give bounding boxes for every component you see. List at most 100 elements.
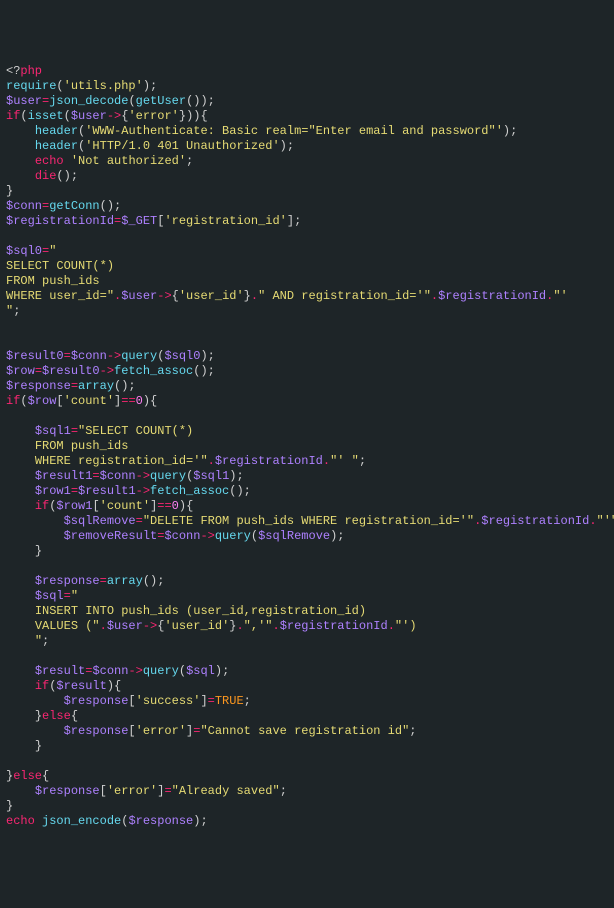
code-token: [6, 574, 35, 588]
code-token: =: [164, 784, 171, 798]
code-line: $response=array();: [6, 574, 608, 589]
code-token: );: [330, 529, 344, 543]
code-token: query: [215, 529, 251, 543]
code-token: }: [244, 289, 251, 303]
code-line: [6, 559, 608, 574]
code-token: $response: [64, 724, 129, 738]
code-token: .: [251, 289, 258, 303]
code-token: array: [78, 379, 114, 393]
code-token: FROM push_ids: [35, 439, 129, 453]
code-token: ;: [42, 634, 49, 648]
code-editor[interactable]: <?phprequire('utils.php');$user=json_dec…: [6, 64, 608, 829]
code-token: ;: [409, 724, 416, 738]
code-token: );: [193, 814, 207, 828]
code-line: }else{: [6, 709, 608, 724]
code-token: "'): [395, 619, 417, 633]
code-token: =: [136, 514, 143, 528]
code-token: $registrationId: [215, 454, 323, 468]
code-token: ();: [229, 484, 251, 498]
code-token: [6, 544, 35, 558]
code-token: {: [172, 289, 179, 303]
code-token: $user: [107, 619, 143, 633]
code-token: $registrationId: [481, 514, 589, 528]
code-token: =: [64, 589, 71, 603]
code-token: );: [503, 124, 517, 138]
code-token: SELECT COUNT(*): [6, 259, 114, 273]
code-token: {: [71, 709, 78, 723]
code-token: $registrationId: [438, 289, 546, 303]
code-token: json_decode: [49, 94, 128, 108]
code-token: =: [71, 424, 78, 438]
code-token: $result1: [78, 484, 136, 498]
code-line: }else{: [6, 769, 608, 784]
code-token: ->: [100, 364, 114, 378]
code-token: die: [35, 169, 57, 183]
code-line: SELECT COUNT(*): [6, 259, 608, 274]
code-token: =: [100, 574, 107, 588]
code-token: =: [208, 694, 215, 708]
code-token: })){: [179, 109, 208, 123]
code-token: [: [100, 784, 107, 798]
code-token: (: [64, 109, 71, 123]
code-token: 'WWW-Authenticate: Basic realm="Enter em…: [85, 124, 503, 138]
code-token: fetch_assoc: [114, 364, 193, 378]
code-token: query: [150, 469, 186, 483]
code-token: if: [35, 499, 49, 513]
code-token: 'success': [136, 694, 201, 708]
code-token: [6, 679, 35, 693]
code-token: 'Not authorized': [71, 154, 186, 168]
code-token: 0: [136, 394, 143, 408]
code-token: fetch_assoc: [150, 484, 229, 498]
code-token: .: [323, 454, 330, 468]
code-line: WHERE user_id=".$user->{'user_id'}." AND…: [6, 289, 608, 304]
code-token: ;: [186, 154, 193, 168]
code-token: [6, 634, 35, 648]
code-token: [6, 169, 35, 183]
code-line: echo 'Not authorized';: [6, 154, 608, 169]
code-token: $registrationId: [6, 214, 114, 228]
code-token: ->: [157, 289, 171, 303]
code-token: ==: [121, 394, 135, 408]
code-token: .: [100, 619, 107, 633]
code-token: [6, 484, 35, 498]
code-token: =: [71, 484, 78, 498]
code-token: ->: [200, 529, 214, 543]
code-token: $sqlRemove: [64, 514, 136, 528]
code-line: FROM push_ids: [6, 274, 608, 289]
code-token: [6, 154, 35, 168]
code-token: if: [35, 679, 49, 693]
code-token: $result: [35, 664, 85, 678]
code-token: [6, 124, 35, 138]
code-token: [: [128, 724, 135, 738]
code-token: [6, 424, 35, 438]
code-line: INSERT INTO push_ids (user_id,registrati…: [6, 604, 608, 619]
code-token: " AND registration_id='": [258, 289, 431, 303]
code-token: }: [35, 544, 42, 558]
code-token: ": [71, 589, 78, 603]
code-token: );: [143, 79, 157, 93]
code-line: header('HTTP/1.0 401 Unauthorized');: [6, 139, 608, 154]
code-line: $response['success']=TRUE;: [6, 694, 608, 709]
code-token: $user: [6, 94, 42, 108]
code-token: [6, 619, 35, 633]
code-line: $response['error']="Already saved";: [6, 784, 608, 799]
code-token: [6, 454, 35, 468]
code-token: ;: [359, 454, 366, 468]
code-token: $conn: [71, 349, 107, 363]
code-token: ();: [114, 379, 136, 393]
code-token: $registrationId: [280, 619, 388, 633]
code-token: 'error': [128, 109, 178, 123]
code-token: =: [64, 349, 71, 363]
code-token: $response: [35, 784, 100, 798]
code-token: [6, 529, 64, 543]
code-line: if(isset($user->{'error'})){: [6, 109, 608, 124]
code-token: $response: [6, 379, 71, 393]
code-token: {: [42, 769, 49, 783]
code-token: $row1: [35, 484, 71, 498]
code-token: $response: [35, 574, 100, 588]
code-line: $sqlRemove="DELETE FROM push_ids WHERE r…: [6, 514, 608, 529]
code-token: (: [128, 94, 135, 108]
code-token: $conn: [164, 529, 200, 543]
code-token: getConn: [49, 199, 99, 213]
code-token: [6, 724, 64, 738]
